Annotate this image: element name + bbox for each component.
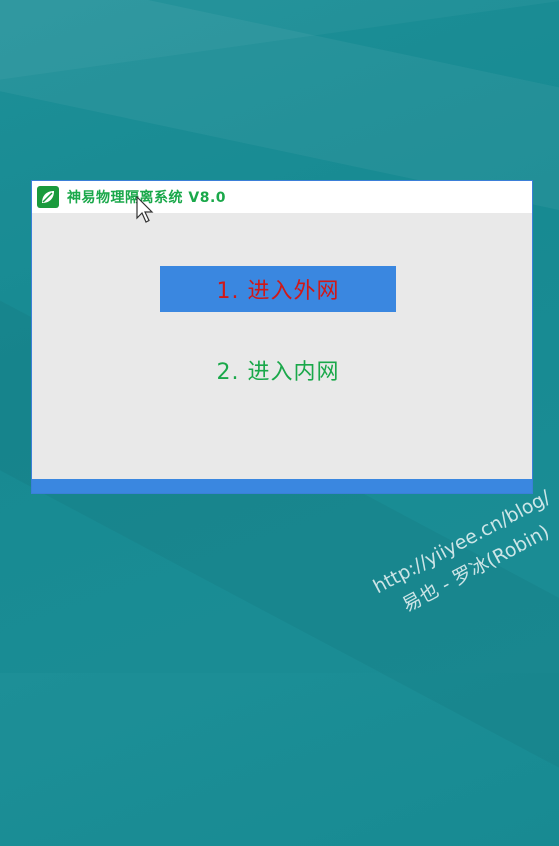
- watermark: http://yiiyee.cn/blog/ 易也 - 罗冰(Robin): [340, 468, 559, 643]
- window-bottom-bar: [32, 479, 532, 493]
- leaf-icon: [37, 186, 59, 208]
- app-window: 神易物理隔离系统 V8.0 1. 进入外网 2. 进入内网: [31, 180, 533, 494]
- mouse-cursor-icon: [136, 196, 154, 223]
- enter-internal-network-option[interactable]: 2. 进入内网: [160, 347, 396, 393]
- title-bar[interactable]: 神易物理隔离系统 V8.0: [32, 181, 532, 213]
- desktop-light-band: [0, 0, 559, 93]
- enter-external-network-option[interactable]: 1. 进入外网: [160, 266, 396, 312]
